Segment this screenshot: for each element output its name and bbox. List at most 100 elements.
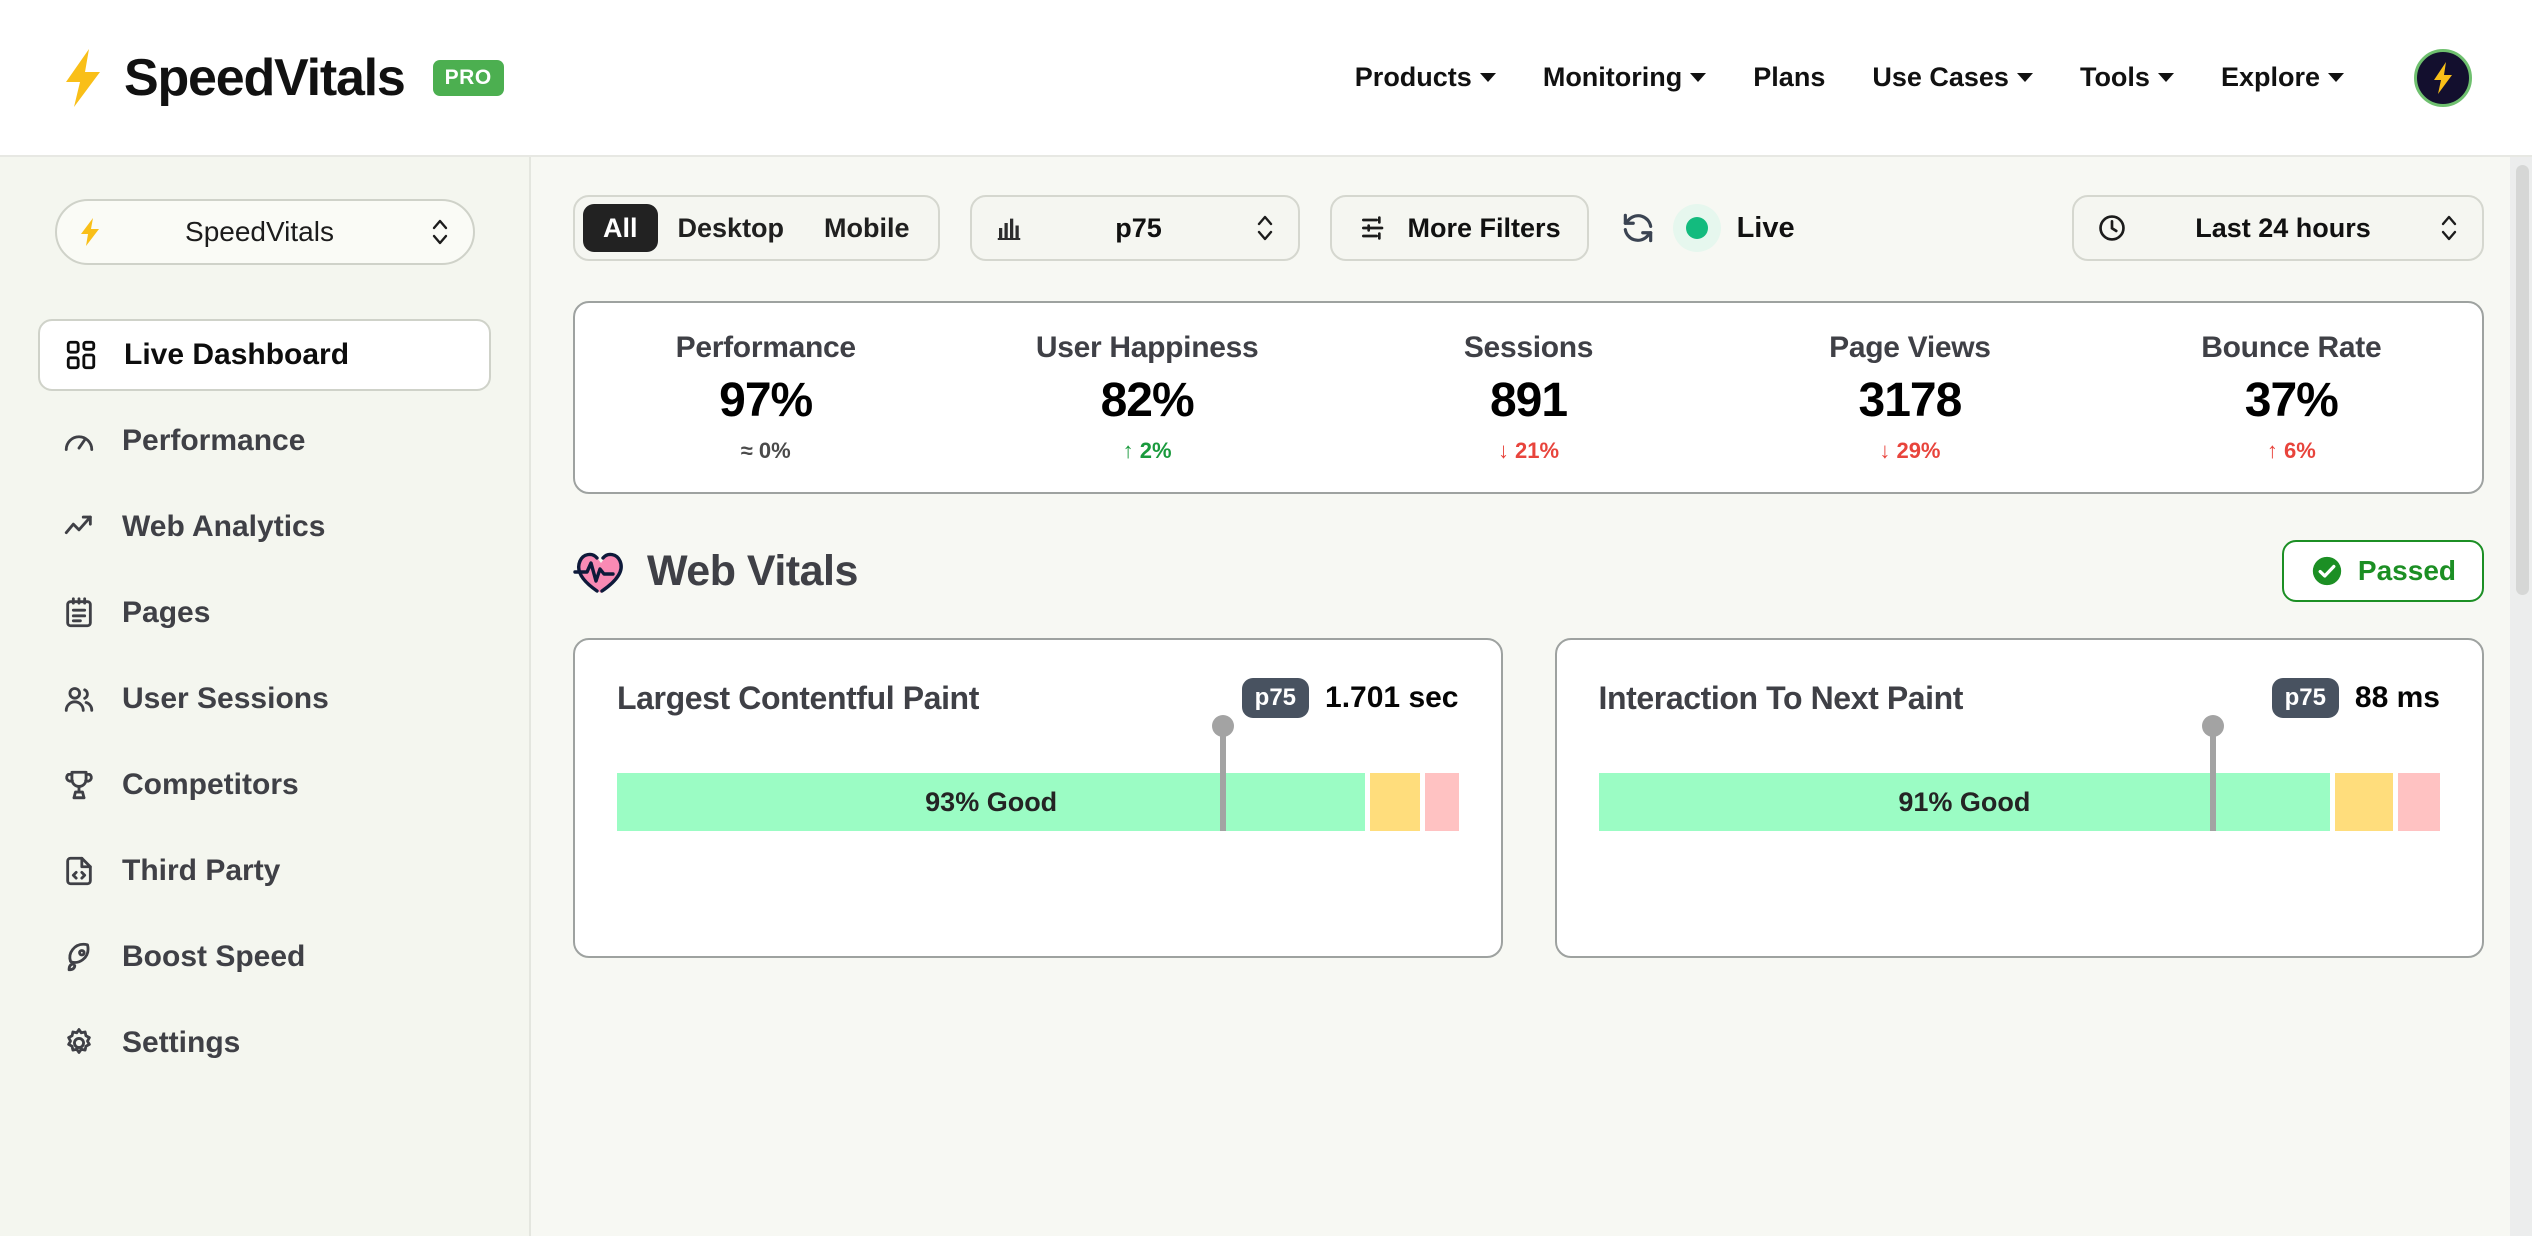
bar-good-label: 93% Good (925, 787, 1057, 818)
nav-link-use-cases-label: Use Cases (1872, 62, 2009, 93)
stat-label: Page Views (1719, 331, 2100, 365)
stat-value: 891 (1338, 373, 1719, 428)
sidebar-item-pages[interactable]: Pages (38, 577, 491, 649)
avatar[interactable] (2414, 49, 2472, 107)
nav-links: Products Monitoring Plans Use Cases Tool… (1355, 62, 2344, 93)
sidebar-item-label: Third Party (122, 854, 280, 888)
nav-link-use-cases[interactable]: Use Cases (1872, 62, 2033, 93)
p75-marker (1220, 731, 1226, 831)
sidebar-item-settings[interactable]: Settings (38, 1007, 491, 1079)
sidebar-item-performance[interactable]: Performance (38, 405, 491, 477)
stat-delta: ≈ 0% (575, 438, 956, 464)
vital-distribution-bar: 91% Good (1599, 773, 2441, 831)
bar-segment-poor (2398, 773, 2440, 831)
nav-link-tools[interactable]: Tools (2080, 62, 2174, 93)
bar-segment-good: 91% Good (1599, 773, 2331, 831)
up-down-chevron-icon (1254, 211, 1276, 245)
device-segmented-control: All Desktop Mobile (573, 195, 940, 261)
stat-label: Sessions (1338, 331, 1719, 365)
sidebar-item-third-party[interactable]: Third Party (38, 835, 491, 907)
vital-name: Interaction To Next Paint (1599, 680, 1964, 717)
file-code-icon (60, 852, 98, 890)
sidebar-item-user-sessions[interactable]: User Sessions (38, 663, 491, 735)
nav-link-monitoring-label: Monitoring (1543, 62, 1682, 93)
stat-label: Performance (575, 331, 956, 365)
trophy-icon (60, 766, 98, 804)
date-range-select[interactable]: Last 24 hours (2072, 195, 2484, 261)
device-segment-mobile[interactable]: Mobile (804, 204, 930, 252)
sidebar-item-label: Live Dashboard (124, 338, 349, 372)
sidebar-item-label: User Sessions (122, 682, 329, 716)
sidebar-item-label: Settings (122, 1026, 240, 1060)
bar-segment-good: 93% Good (617, 773, 1365, 831)
app-root: SpeedVitals PRO Products Monitoring Plan… (0, 0, 2532, 1236)
stat-value: 3178 (1719, 373, 2100, 428)
sidebar-item-label: Pages (122, 596, 210, 630)
stat-user-happiness: User Happiness 82% ↑ 2% (956, 331, 1337, 464)
vital-value: 1.701 sec (1325, 681, 1458, 715)
top-navbar: SpeedVitals PRO Products Monitoring Plan… (0, 0, 2532, 157)
p75-marker (2210, 731, 2216, 831)
vital-value: 88 ms (2355, 681, 2440, 715)
nav-link-products-label: Products (1355, 62, 1472, 93)
sidebar-item-label: Performance (122, 424, 305, 458)
bar-chart-icon (994, 213, 1024, 243)
more-filters-button[interactable]: More Filters (1330, 195, 1589, 261)
chevron-down-icon (2328, 73, 2344, 82)
nav-link-explore-label: Explore (2221, 62, 2320, 93)
stat-value: 37% (2101, 373, 2482, 428)
status-badge[interactable]: Passed (2282, 540, 2484, 602)
percentile-select[interactable]: p75 (970, 195, 1300, 261)
brand-logo[interactable]: SpeedVitals PRO (60, 48, 504, 108)
chevron-down-icon (1480, 73, 1496, 82)
rocket-icon (60, 938, 98, 976)
stat-value: 97% (575, 373, 956, 428)
bar-segment-needs-improvement (1370, 773, 1420, 831)
sidebar-item-web-analytics[interactable]: Web Analytics (38, 491, 491, 563)
sidebar-nav-list: Live Dashboard Performance (0, 319, 529, 1079)
main-content: All Desktop Mobile p75 (531, 157, 2532, 1236)
sidebar-item-competitors[interactable]: Competitors (38, 749, 491, 821)
sliders-icon (1358, 212, 1390, 244)
sidebar-item-live-dashboard[interactable]: Live Dashboard (38, 319, 491, 391)
nav-link-products[interactable]: Products (1355, 62, 1496, 93)
device-segment-all[interactable]: All (583, 204, 658, 252)
page-title: Web Vitals (647, 547, 858, 596)
stat-delta: ↑ 2% (956, 438, 1337, 464)
nav-link-tools-label: Tools (2080, 62, 2150, 93)
vital-card-header: Interaction To Next Paint p75 88 ms (1599, 678, 2441, 718)
vital-metric: p75 88 ms (2272, 678, 2440, 718)
brand-name: SpeedVitals (124, 48, 405, 108)
nav-link-plans[interactable]: Plans (1753, 62, 1825, 93)
body-wrapper: SpeedVitals Live Dashboard (0, 157, 2532, 1236)
sidebar-item-label: Web Analytics (122, 510, 325, 544)
check-circle-icon (2310, 554, 2344, 588)
live-indicator[interactable]: Live (1619, 204, 1795, 252)
refresh-icon (1619, 209, 1657, 247)
summary-stats-card: Performance 97% ≈ 0% User Happiness 82% … (573, 301, 2484, 494)
chevron-down-icon (2017, 73, 2033, 82)
filters-toolbar: All Desktop Mobile p75 (573, 195, 2484, 261)
pro-badge: PRO (433, 60, 504, 96)
nav-link-monitoring[interactable]: Monitoring (1543, 62, 1706, 93)
vital-metric: p75 1.701 sec (1242, 678, 1459, 718)
gauge-icon (60, 422, 98, 460)
status-badge-label: Passed (2358, 555, 2456, 587)
device-segment-desktop[interactable]: Desktop (658, 204, 805, 252)
percentile-value: p75 (1040, 213, 1238, 244)
live-status-dot (1673, 204, 1721, 252)
nav-link-explore[interactable]: Explore (2221, 62, 2344, 93)
scrollbar-thumb[interactable] (2516, 165, 2529, 595)
nav-link-plans-label: Plans (1753, 62, 1825, 93)
sidebar-item-boost-speed[interactable]: Boost Speed (38, 921, 491, 993)
clock-icon (2096, 212, 2128, 244)
project-selector[interactable]: SpeedVitals (55, 199, 475, 265)
sidebar: SpeedVitals Live Dashboard (0, 157, 531, 1236)
page-scrollbar[interactable] (2510, 157, 2532, 1236)
web-vitals-cards: Largest Contentful Paint p75 1.701 sec 9… (573, 638, 2484, 958)
sidebar-item-label: Boost Speed (122, 940, 305, 974)
web-vitals-header: Web Vitals Passed (573, 540, 2484, 602)
heart-pulse-icon (573, 543, 629, 599)
gear-icon (60, 1024, 98, 1062)
stat-label: Bounce Rate (2101, 331, 2482, 365)
